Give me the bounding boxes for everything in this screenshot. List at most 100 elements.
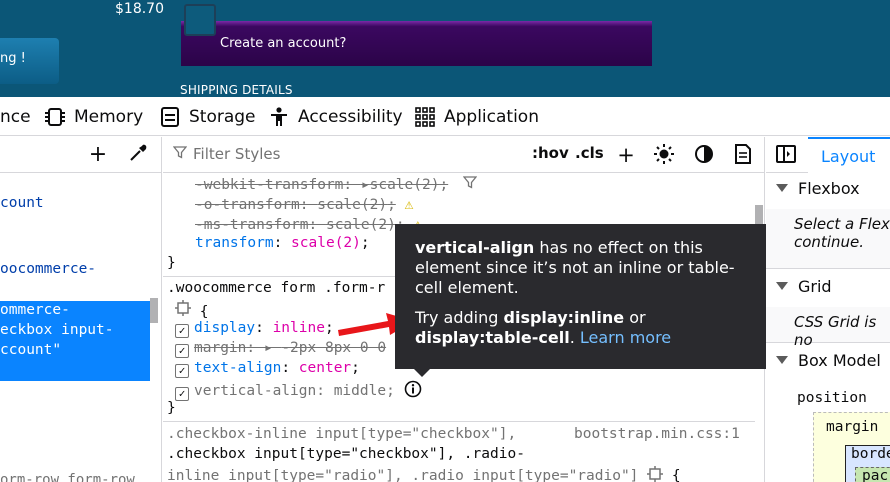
hov-toggle[interactable]: :hov	[532, 144, 569, 162]
tab-application[interactable]: Application	[414, 97, 539, 136]
filter-placeholder: Filter Styles	[193, 145, 281, 163]
rule-selector[interactable]: .woocommerce form .form-r	[167, 280, 385, 296]
add-node-button[interactable]: +	[86, 143, 110, 167]
declaration-vertical-align[interactable]: ✓ vertical-align: middle;	[175, 380, 422, 401]
filter-property-icon[interactable]	[462, 176, 478, 193]
margin-label: margin	[826, 419, 879, 435]
declaration-display[interactable]: ✓ display: inline;	[175, 320, 334, 338]
tooltip-fix: Try adding display:inline or display:tab…	[415, 308, 747, 348]
expand-arrow-icon: ▸	[360, 177, 370, 193]
shipping-details-heading: SHIPPING DETAILS	[180, 83, 293, 97]
property-value: scale(2)	[325, 217, 396, 233]
tooltip-or: or	[624, 308, 646, 327]
create-account-checkbox[interactable]	[184, 4, 216, 36]
tree-node-line: ccount"	[0, 342, 62, 358]
property-name: display	[194, 320, 256, 336]
tab-performance[interactable]: nce	[0, 97, 31, 136]
rule-selector[interactable]: .checkbox input[type="checkbox"], .radio…	[167, 446, 525, 462]
property-name: -webkit-transform	[195, 177, 344, 193]
declaration-overridden[interactable]: -o-transform: scale(2); ⚠	[195, 195, 414, 213]
side-button[interactable]: ng !	[0, 38, 59, 84]
learn-more-link[interactable]: Learn more	[580, 328, 671, 347]
tooltip-dot: .	[569, 328, 580, 347]
warning-icon[interactable]: ⚠	[405, 195, 414, 213]
tooltip-property: vertical-align	[415, 238, 535, 257]
declaration-text-align[interactable]: ✓ text-align: center;	[175, 360, 360, 378]
markup-scrollbar[interactable]	[150, 298, 158, 323]
property-value: middle	[333, 383, 387, 399]
eyedropper-icon[interactable]	[126, 143, 150, 167]
tooltip-message: vertical-align has no effect on this ele…	[415, 238, 747, 298]
property-name: -o-transform	[195, 197, 300, 213]
rule-selector[interactable]: .checkbox-inline input[type="checkbox"],	[167, 426, 516, 442]
border-label: borde	[851, 446, 890, 462]
tab-layout[interactable]: Layout	[808, 137, 890, 173]
property-value: scale(2)	[369, 177, 440, 193]
tree-node[interactable]: count	[0, 195, 44, 211]
enable-checkbox[interactable]: ✓	[175, 387, 189, 401]
property-name: vertical-align	[194, 383, 317, 399]
boxmodel-section-header[interactable]: Box Model	[766, 351, 890, 370]
cls-toggle[interactable]: .cls	[575, 144, 604, 162]
flexbox-section-header[interactable]: Flexbox	[766, 179, 890, 198]
declaration-margin[interactable]: ✓ margin: ▸ -2px 8px 0 0	[175, 340, 386, 358]
dark-mode-icon[interactable]	[692, 143, 716, 167]
filter-icon	[172, 145, 188, 163]
tree-node-line: eckbox input-	[0, 322, 114, 338]
selected-tree-node[interactable]: ommerce- eckbox input- ccount"	[0, 301, 150, 381]
tab-performance-label: nce	[0, 106, 31, 127]
rule-close-brace: }	[167, 255, 176, 271]
boxmodel-padding[interactable]: pac	[855, 467, 890, 482]
add-rule-button[interactable]: +	[614, 143, 638, 167]
stylesheet-source-link[interactable]: bootstrap.min.css:1	[574, 426, 740, 442]
create-account-button[interactable]: Create an account?	[181, 21, 652, 66]
enable-checkbox[interactable]: ✓	[175, 344, 189, 358]
section-title: Flexbox	[798, 179, 860, 198]
property-value: inline	[272, 320, 325, 336]
chevron-down-icon	[776, 184, 788, 192]
declaration[interactable]: transform: scale(2);	[195, 235, 370, 251]
section-title: Grid	[798, 277, 832, 296]
rule-open-brace: {	[175, 300, 208, 320]
memory-chip-icon	[44, 106, 66, 128]
toggle-sidebar-icon[interactable]	[776, 145, 796, 163]
filter-styles-input[interactable]: Filter Styles	[172, 145, 281, 163]
cart-total: $18.70	[115, 1, 164, 17]
markup-toolbar: +	[0, 137, 161, 173]
padding-label: pac	[862, 468, 889, 482]
tooltip-option-1: display:inline	[503, 308, 625, 327]
rule-divider	[163, 421, 755, 422]
tree-node[interactable]: orm-row form-row	[0, 472, 135, 482]
node-highlight-icon[interactable]	[647, 466, 672, 482]
tree-node[interactable]: oocommerce-	[0, 261, 96, 277]
info-icon[interactable]	[404, 380, 422, 399]
flexbox-hint: Select a Flex continue.	[766, 209, 890, 269]
page-viewport: $18.70 ng ! Create an account? SHIPPING …	[0, 0, 890, 97]
accessibility-icon	[268, 106, 290, 128]
tab-accessibility[interactable]: Accessibility	[268, 97, 403, 136]
grid-hint: CSS Grid is no	[766, 307, 890, 349]
property-value: -2px 8px 0 0	[281, 340, 387, 356]
node-highlight-icon[interactable]	[175, 300, 200, 320]
property-name: -ms-transform	[195, 217, 309, 233]
grid-section-header[interactable]: Grid	[766, 277, 890, 296]
rule-selector[interactable]: inline input[type="radio"], .radio input…	[167, 466, 681, 482]
print-media-icon[interactable]	[731, 143, 755, 167]
boxmodel-position-label: position	[797, 390, 867, 406]
enable-checkbox[interactable]: ✓	[175, 324, 189, 338]
rule-selector-text: inline input[type="radio"], .radio input…	[167, 468, 639, 482]
enable-checkbox[interactable]: ✓	[175, 364, 189, 378]
tab-accessibility-label: Accessibility	[298, 106, 403, 127]
tab-storage[interactable]: Storage	[159, 97, 256, 136]
light-mode-icon[interactable]	[652, 143, 676, 167]
declaration-overridden[interactable]: -webkit-transform: ▸scale(2);	[195, 175, 478, 193]
property-value: scale(2)	[291, 235, 361, 251]
layout-sidebar: Layout Flexbox Select a Flex continue. G…	[766, 137, 890, 482]
declaration-overridden[interactable]: -ms-transform: scale(2); ⚠	[195, 215, 422, 233]
property-name: transform	[195, 235, 274, 251]
rule-close-brace: }	[167, 400, 176, 416]
property-value: center	[298, 360, 352, 376]
tooltip-arrow	[414, 369, 430, 377]
tab-memory[interactable]: Memory	[44, 97, 143, 136]
sidebar-toolbar: Layout	[766, 137, 890, 173]
